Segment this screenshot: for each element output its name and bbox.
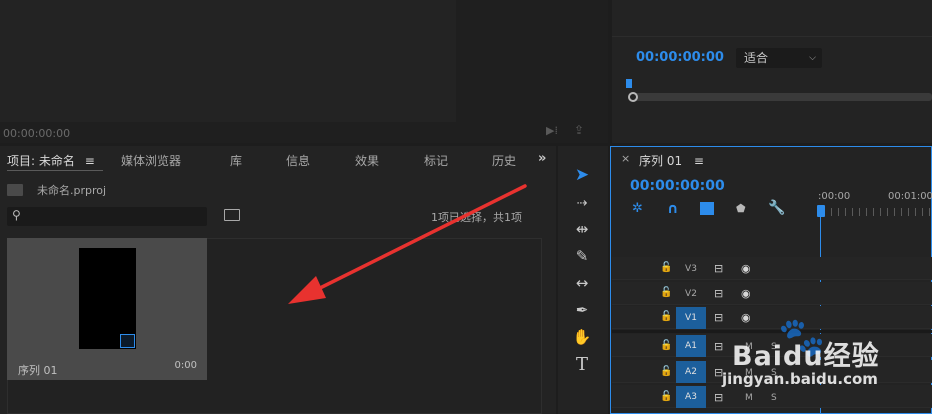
timeline-timecode[interactable]: 00:00:00:00 bbox=[630, 178, 725, 194]
linked-selection-icon[interactable] bbox=[700, 202, 714, 215]
annotation-arrow bbox=[288, 184, 527, 304]
insert-icon[interactable]: ▶⁞ bbox=[546, 124, 558, 137]
add-marker-icon[interactable]: ⬟ bbox=[736, 202, 746, 215]
ruler-label-start: :00:00 bbox=[818, 191, 851, 202]
new-search-bin-icon[interactable] bbox=[224, 209, 240, 221]
source-monitor-panel: 00:00:00:00 ▶⁞ ⇪ bbox=[0, 0, 608, 143]
selection-tool-icon[interactable]: ➤ bbox=[568, 163, 596, 187]
track-label-a3[interactable]: A3 bbox=[676, 386, 706, 408]
tab-effects[interactable]: 效果 bbox=[355, 152, 379, 169]
lock-icon[interactable]: 🔓 bbox=[660, 311, 672, 322]
snap-magnet-icon[interactable]: ∩ bbox=[667, 201, 678, 217]
tab-libraries[interactable]: 库 bbox=[230, 152, 242, 169]
search-input[interactable]: ⚲ bbox=[7, 207, 207, 226]
track-label-a2[interactable]: A2 bbox=[676, 361, 706, 383]
eye-icon[interactable]: ◉ bbox=[741, 287, 751, 300]
chevron-down-icon: ⌵ bbox=[809, 53, 816, 63]
program-scrub-bar[interactable] bbox=[630, 93, 932, 101]
track-label-a1[interactable]: A1 bbox=[676, 335, 706, 357]
timeline-ruler[interactable]: :00:00 00:01:00 bbox=[818, 188, 932, 220]
overflow-chevrons-icon[interactable]: » bbox=[538, 151, 546, 166]
sync-lock-icon[interactable]: ⊟ bbox=[714, 287, 723, 300]
program-timecode[interactable]: 00:00:00:00 bbox=[636, 50, 724, 65]
track-label-v2[interactable]: V2 bbox=[676, 283, 706, 305]
export-frame-icon[interactable]: ⇪ bbox=[574, 123, 584, 137]
lock-icon[interactable]: 🔓 bbox=[660, 287, 672, 298]
hand-tool-icon[interactable]: ✋ bbox=[568, 325, 596, 349]
lock-icon[interactable]: 🔓 bbox=[660, 262, 672, 273]
type-tool-icon[interactable]: T bbox=[568, 352, 596, 376]
ripple-edit-tool-icon[interactable]: ⇹ bbox=[568, 217, 596, 241]
source-video-area bbox=[0, 0, 456, 122]
sync-lock-icon[interactable]: ⊟ bbox=[714, 262, 723, 275]
wrench-icon[interactable]: 🔧 bbox=[768, 200, 785, 216]
clip-duration: 0:00 bbox=[174, 360, 197, 371]
eye-icon[interactable]: ◉ bbox=[741, 262, 751, 275]
sequence-tab[interactable]: 序列 01 ≡ bbox=[639, 152, 704, 169]
watermark-url: jingyan.baidu.com bbox=[722, 370, 878, 388]
track-label-v3[interactable]: V3 bbox=[676, 258, 706, 280]
tab-project-underline bbox=[7, 170, 103, 171]
clip-thumbnail-tile[interactable]: 序列 01 0:00 bbox=[7, 238, 207, 380]
project-file-name: 未命名.prproj bbox=[37, 184, 107, 197]
source-timecode: 00:00:00:00 bbox=[3, 127, 71, 140]
program-top-divider bbox=[612, 36, 932, 37]
playhead-marker[interactable] bbox=[626, 79, 632, 88]
track-label-v1[interactable]: V1 bbox=[676, 307, 706, 329]
tab-info[interactable]: 信息 bbox=[286, 152, 310, 169]
lock-icon[interactable]: 🔓 bbox=[660, 340, 672, 351]
clip-name: 序列 01 bbox=[18, 364, 58, 377]
fit-select-value: 适合 bbox=[744, 51, 769, 65]
program-monitor-panel: 00:00:00:00 适合 ⌵ bbox=[612, 0, 932, 143]
lock-icon[interactable]: 🔓 bbox=[660, 366, 672, 377]
search-icon: ⚲ bbox=[12, 208, 21, 222]
panel-menu-icon[interactable]: ≡ bbox=[694, 154, 704, 168]
ruler-label-1m: 00:01:00 bbox=[888, 191, 932, 202]
pen-tool-icon[interactable]: ✒ bbox=[568, 298, 596, 322]
baidu-watermark: 🐾 Baidu经验 jingyan.baidu.com bbox=[722, 315, 927, 395]
close-icon[interactable]: × bbox=[621, 152, 630, 165]
ruler-ticks bbox=[824, 208, 932, 216]
fit-select[interactable]: 适合 ⌵ bbox=[736, 48, 822, 68]
slip-tool-icon[interactable]: ↔ bbox=[568, 271, 596, 295]
panel-menu-icon[interactable]: ≡ bbox=[85, 154, 95, 168]
timeline-playhead-marker[interactable] bbox=[817, 205, 825, 217]
scrub-handle[interactable] bbox=[628, 92, 638, 102]
tab-project[interactable]: 项目: 未命名 ≡ bbox=[7, 152, 95, 169]
track-select-tool-icon[interactable]: ⇢ bbox=[568, 191, 596, 215]
razor-tool-icon[interactable]: ✎ bbox=[568, 244, 596, 268]
nest-toggle-icon[interactable]: ✲ bbox=[632, 201, 643, 216]
lock-icon[interactable]: 🔓 bbox=[660, 391, 672, 402]
sequence-icon bbox=[120, 334, 135, 348]
watermark-brand: Baidu经验 bbox=[732, 341, 880, 372]
tab-media-browser[interactable]: 媒体浏览器 bbox=[121, 152, 181, 169]
folder-icon bbox=[7, 184, 23, 196]
tab-markers[interactable]: 标记 bbox=[424, 152, 448, 169]
tab-history[interactable]: 历史 bbox=[492, 152, 518, 169]
